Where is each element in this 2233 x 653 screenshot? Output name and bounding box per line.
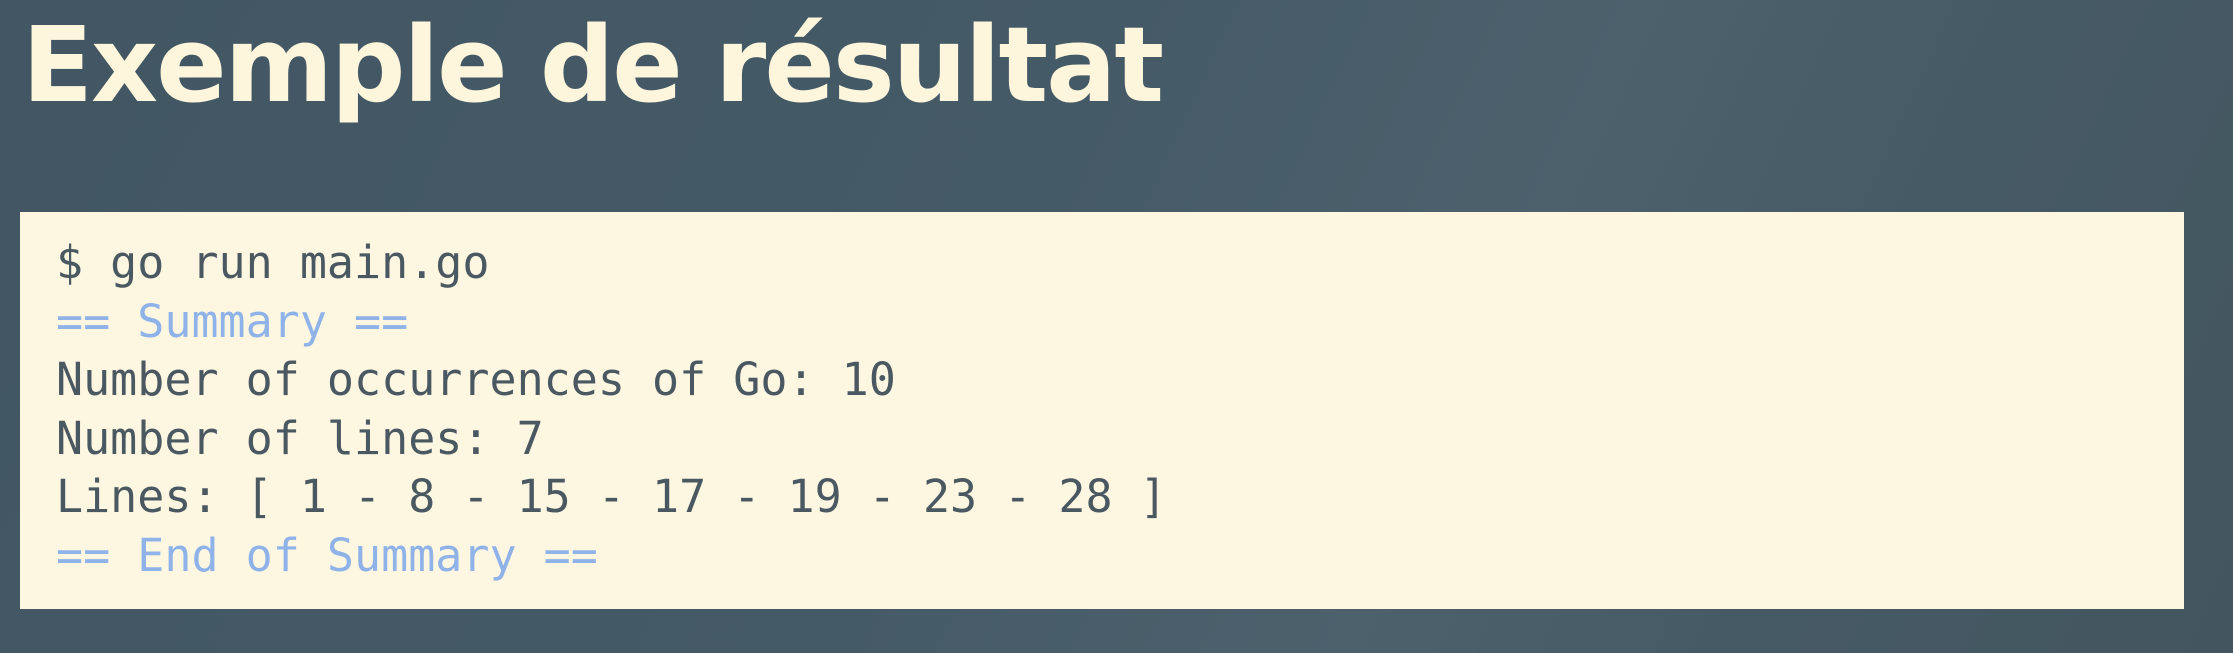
occurrences-line: Number of occurrences of Go: 10	[56, 353, 896, 406]
command-line: $ go run main.go	[56, 236, 490, 289]
terminal-output-block: $ go run main.go == Summary == Number of…	[20, 212, 2184, 609]
summary-header-line: == Summary ==	[56, 294, 409, 348]
line-count-line: Number of lines: 7	[56, 411, 544, 465]
summary-footer-line: == End of Summary ==	[56, 528, 598, 582]
line-numbers-line: Lines: [ 1 - 8 - 15 - 17 - 19 - 23 - 28 …	[56, 470, 1167, 523]
slide-title: Exemple de résultat	[22, 4, 1164, 126]
